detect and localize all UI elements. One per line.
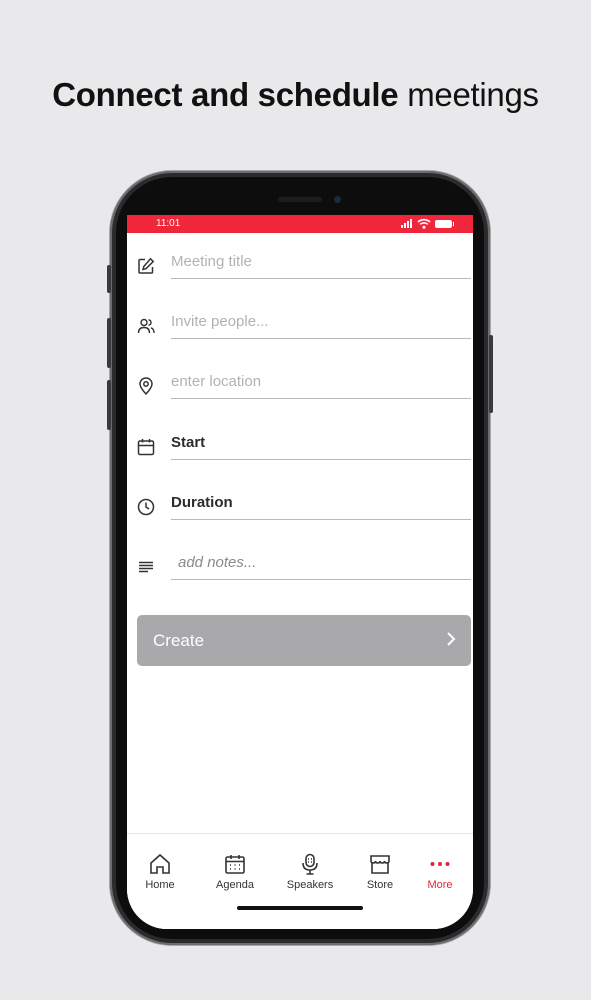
microphone-icon: [302, 853, 318, 875]
signal-icon: [401, 219, 412, 228]
notes-input[interactable]: add notes...: [171, 548, 471, 580]
people-icon: [137, 318, 155, 334]
tab-more[interactable]: More: [410, 852, 470, 891]
headline-regular: meetings: [407, 76, 539, 113]
tab-more-label: More: [427, 879, 453, 891]
calendar-icon: [137, 439, 155, 456]
phone-volume-down: [107, 380, 111, 430]
meeting-title-row: Meeting title: [127, 239, 473, 299]
tab-speakers[interactable]: Speakers: [280, 852, 340, 891]
notes-lines-icon: [139, 561, 153, 573]
start-row: Start: [127, 420, 473, 480]
tab-store[interactable]: Store: [350, 852, 410, 891]
duration-picker[interactable]: Duration: [171, 488, 471, 520]
status-time: 11:01: [156, 218, 181, 229]
duration-row: Duration: [127, 480, 473, 540]
location-row: enter location: [127, 359, 473, 419]
battery-icon: [435, 220, 454, 228]
phone-mute-switch: [107, 265, 111, 293]
wifi-icon: [417, 218, 431, 229]
tab-home[interactable]: Home: [130, 852, 190, 891]
bottom-tab-bar: Home Agenda Speakers Store More: [127, 833, 473, 929]
store-icon: [370, 855, 390, 874]
headline-bold: Connect and schedule: [52, 76, 399, 113]
tab-store-label: Store: [366, 879, 394, 891]
status-bar: 11:01: [127, 215, 473, 233]
create-button-label: Create: [153, 631, 205, 650]
more-dots-icon: [430, 862, 450, 866]
phone-volume-up: [107, 318, 111, 368]
phone-speaker: [278, 197, 322, 202]
tab-agenda-label: Agenda: [216, 879, 254, 891]
phone-power-button: [489, 335, 493, 413]
create-button[interactable]: Create: [137, 615, 471, 666]
invite-people-input[interactable]: Invite people...: [171, 307, 471, 339]
edit-icon: [138, 257, 155, 274]
invite-row: Invite people...: [127, 299, 473, 359]
start-picker[interactable]: Start: [171, 428, 471, 460]
location-pin-icon: [139, 377, 153, 395]
headline: Connect and schedule meetings: [0, 76, 591, 114]
calendar-icon: [225, 855, 245, 874]
phone-camera: [334, 196, 341, 203]
tab-speakers-label: Speakers: [286, 879, 334, 891]
notes-row: add notes...: [127, 540, 473, 600]
location-input[interactable]: enter location: [171, 367, 471, 399]
tab-home-label: Home: [145, 879, 175, 891]
app-screen: 11:01 Meeting title Invite people... ent…: [127, 215, 473, 929]
tab-agenda[interactable]: Agenda: [205, 852, 265, 891]
home-icon: [150, 853, 170, 874]
meeting-title-input[interactable]: Meeting title: [171, 247, 471, 279]
chevron-right-icon: [447, 632, 456, 646]
home-indicator[interactable]: [237, 906, 363, 910]
clock-icon: [137, 498, 155, 516]
